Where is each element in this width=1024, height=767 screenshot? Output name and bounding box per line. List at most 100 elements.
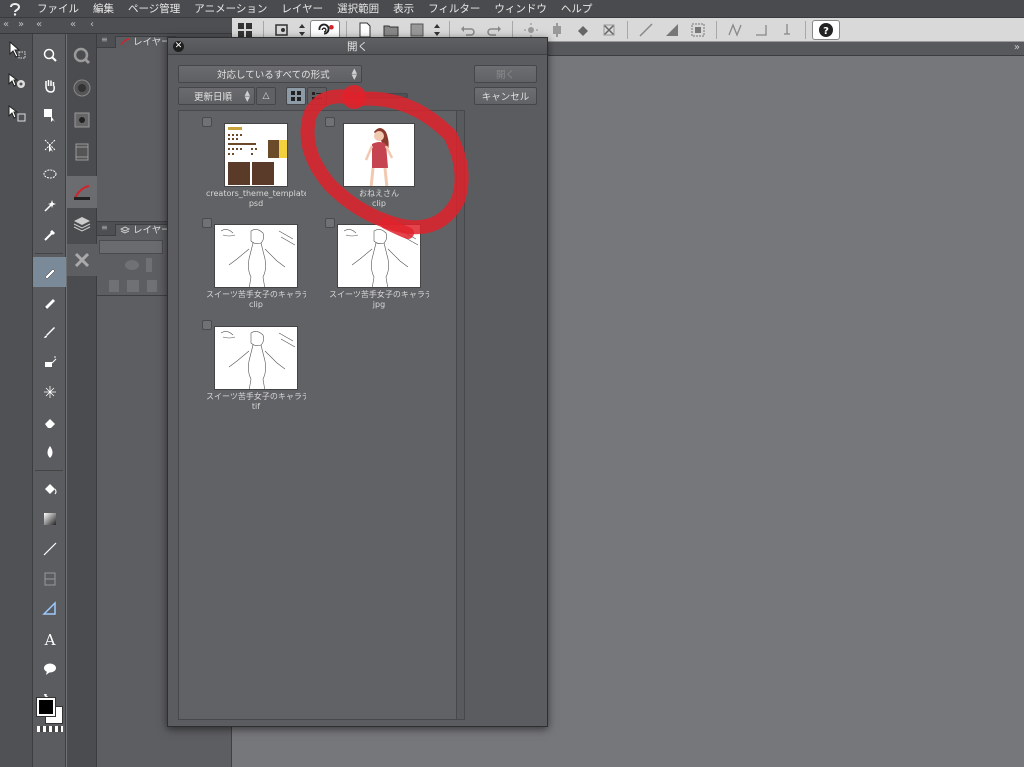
- file-checkbox[interactable]: [325, 117, 335, 127]
- film-icon[interactable]: [67, 136, 97, 168]
- menu-file[interactable]: ファイル: [30, 1, 86, 16]
- frame-border-icon[interactable]: [33, 564, 66, 594]
- navigator-icon[interactable]: [67, 40, 97, 72]
- lasso-icon[interactable]: [33, 160, 66, 190]
- file-type-select[interactable]: 対応しているすべての形式 ▲ ▼: [178, 65, 362, 83]
- color-swatch[interactable]: [35, 696, 65, 734]
- deselect-icon[interactable]: [597, 20, 621, 40]
- eraser-icon[interactable]: [33, 407, 66, 437]
- balloon-icon[interactable]: [33, 654, 66, 684]
- svg-text:A: A: [43, 631, 55, 647]
- menu-selection[interactable]: 選択範囲: [330, 1, 386, 16]
- eyedropper-icon[interactable]: [33, 220, 66, 250]
- collapse-subtools-icon[interactable]: «: [70, 19, 76, 30]
- material-icon[interactable]: [67, 104, 97, 136]
- menu-filter[interactable]: フィルター: [421, 1, 487, 16]
- blend-mode-select[interactable]: [99, 240, 163, 254]
- collapse-right-panel-icon[interactable]: »: [1014, 42, 1020, 53]
- tab-label: レイヤー: [133, 36, 171, 48]
- dialog-title-bar: ✕ 開く: [168, 38, 547, 55]
- tone-icon[interactable]: [660, 20, 684, 40]
- color-wheel-icon[interactable]: [67, 72, 97, 104]
- fill-bucket-icon[interactable]: [33, 474, 66, 504]
- collapse-tools-icon[interactable]: «: [36, 19, 42, 30]
- menu-window[interactable]: ウィンドウ: [487, 1, 554, 16]
- thumbnail-size-slider[interactable]: [343, 93, 408, 98]
- new-layer-icon[interactable]: [109, 280, 119, 292]
- file-checkbox[interactable]: [202, 218, 212, 228]
- pen-icon[interactable]: [33, 257, 66, 287]
- collapse-right-icon[interactable]: »: [18, 19, 24, 30]
- select-all-icon[interactable]: [686, 20, 710, 40]
- grid-snap-icon[interactable]: [775, 20, 799, 40]
- dialog-title: 開く: [347, 40, 368, 53]
- figure-line-icon[interactable]: [33, 534, 66, 564]
- file-item[interactable]: おねえさん clip: [325, 117, 429, 209]
- airbrush-icon[interactable]: [33, 347, 66, 377]
- brush-icon[interactable]: [33, 317, 66, 347]
- file-checkbox[interactable]: [325, 218, 335, 228]
- ruler-icon[interactable]: [33, 594, 66, 624]
- move-layer-icon[interactable]: [33, 100, 66, 130]
- text-icon[interactable]: A: [33, 624, 66, 654]
- thumbnail-view-button[interactable]: [286, 87, 306, 105]
- clip-studio-logo-icon[interactable]: [0, 0, 30, 18]
- fill-icon[interactable]: [571, 20, 595, 40]
- transform-icon[interactable]: [545, 20, 569, 40]
- file-name: スイーツ苦手女子のキャラデ: [206, 290, 306, 299]
- ruler-snap-icon[interactable]: [723, 20, 747, 40]
- object-select-icon[interactable]: [0, 98, 33, 130]
- settings-gear-icon[interactable]: [0, 66, 33, 98]
- decoration-icon[interactable]: [33, 377, 66, 407]
- menu-edit[interactable]: 編集: [86, 1, 121, 16]
- close-icon[interactable]: ✕: [173, 41, 184, 52]
- file-checkbox[interactable]: [202, 117, 212, 127]
- clear-icon[interactable]: [634, 20, 658, 40]
- tool-close-icon[interactable]: [67, 244, 97, 276]
- file-item[interactable]: スイーツ苦手女子のキャラデ tif: [202, 320, 306, 412]
- menu-help[interactable]: ヘルプ: [554, 1, 600, 16]
- open-button[interactable]: 開く: [474, 65, 537, 83]
- file-thumbnail: [337, 224, 421, 288]
- menu-page[interactable]: ページ管理: [121, 1, 187, 16]
- blend-icon[interactable]: [33, 437, 66, 467]
- list-view-button[interactable]: [307, 87, 327, 105]
- select-transform-icon[interactable]: [33, 130, 66, 160]
- file-item[interactable]: creators_theme_template psd: [202, 117, 306, 209]
- cancel-button[interactable]: キャンセル: [474, 87, 537, 105]
- gradient-icon[interactable]: [33, 504, 66, 534]
- chevron-left-icon[interactable]: ‹: [90, 19, 94, 30]
- help-icon[interactable]: ?: [812, 19, 840, 40]
- file-item[interactable]: スイーツ苦手女子のキャラデ clip: [202, 218, 306, 310]
- file-item[interactable]: スイーツ苦手女子のキャラデ jpg: [325, 218, 429, 310]
- main-color-swatch[interactable]: [36, 697, 56, 717]
- operation-tool-icon[interactable]: [0, 34, 33, 66]
- delete-layer-icon[interactable]: [147, 280, 157, 292]
- lock-icon[interactable]: [125, 260, 139, 270]
- file-list-scrollbar[interactable]: [456, 111, 464, 719]
- triangle-up-icon: △: [262, 91, 270, 101]
- hand-icon[interactable]: [33, 70, 66, 100]
- sort-select[interactable]: 更新日順 ▲ ▼: [178, 87, 255, 105]
- menu-layer[interactable]: レイヤー: [274, 1, 330, 16]
- special-ruler-icon[interactable]: [749, 20, 773, 40]
- file-thumbnail: [224, 123, 288, 187]
- transparent-color-swatch[interactable]: [37, 726, 63, 732]
- zoom-icon[interactable]: [33, 40, 66, 70]
- new-folder-icon[interactable]: [127, 280, 139, 292]
- collapse-left-icon[interactable]: «: [3, 19, 9, 30]
- open-dialog: ✕ 開く 対応しているすべての形式 ▲ ▼ 開く 更新日順 ▲ ▼ △ キャンセル: [167, 37, 548, 727]
- opacity-icon[interactable]: [146, 258, 152, 272]
- sort-order-button[interactable]: △: [256, 87, 276, 105]
- menu-animation[interactable]: アニメーション: [187, 1, 274, 16]
- layers-stack-icon[interactable]: [67, 208, 97, 240]
- pencil-icon[interactable]: [33, 287, 66, 317]
- panel-menu-icon[interactable]: ≡: [101, 35, 108, 44]
- panel-menu-icon[interactable]: ≡: [101, 223, 108, 232]
- layer-property-icon[interactable]: [67, 176, 97, 208]
- auto-select-icon[interactable]: [33, 190, 66, 220]
- menu-view[interactable]: 表示: [386, 1, 421, 16]
- file-checkbox[interactable]: [202, 320, 212, 330]
- file-thumbnail: [214, 224, 298, 288]
- file-ext: clip: [249, 300, 263, 309]
